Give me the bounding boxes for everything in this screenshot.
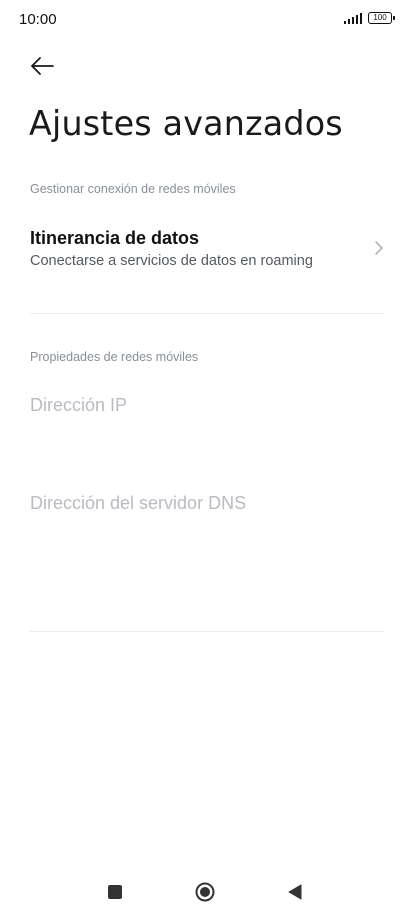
section-header-mobile-connection: Gestionar conexión de redes móviles <box>30 182 236 196</box>
arrow-left-icon <box>31 57 54 75</box>
back-triangle-icon[interactable] <box>287 884 303 900</box>
section-divider <box>30 313 384 314</box>
status-bar: 10:00 100 <box>0 0 414 40</box>
ip-address-item: Dirección IP <box>30 395 128 415</box>
status-time: 10:00 <box>19 11 57 28</box>
back-button[interactable] <box>28 52 58 80</box>
section-divider <box>30 631 384 632</box>
data-roaming-title: Itinerancia de datos <box>30 228 200 248</box>
status-icons: 100 <box>343 12 395 24</box>
dns-server-item: Dirección del servidor DNS <box>30 493 247 513</box>
battery-level: 100 <box>373 13 387 22</box>
recents-square-icon[interactable] <box>108 885 122 899</box>
page-title: Ajustes avanzados <box>29 104 343 144</box>
home-circle-icon[interactable] <box>195 882 215 902</box>
battery-icon: 100 <box>368 12 395 24</box>
navigation-bar <box>0 870 414 920</box>
data-roaming-subtitle: Conectarse a servicios de datos en roami… <box>30 253 313 269</box>
signal-icon <box>343 12 362 24</box>
data-roaming-item[interactable]: Itinerancia de datos Conectarse a servic… <box>0 218 414 284</box>
section-header-network-properties: Propiedades de redes móviles <box>30 350 199 364</box>
chevron-right-icon <box>375 241 383 255</box>
